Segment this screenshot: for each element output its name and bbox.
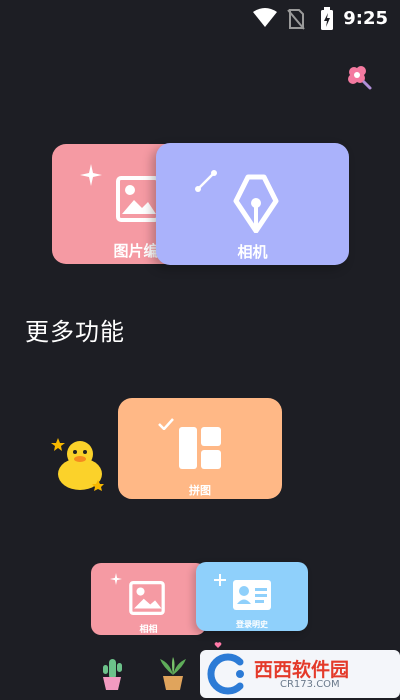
- collage-grid-icon: [179, 427, 221, 469]
- watermark-logo: 西西软件园 CR173.COM: [200, 645, 400, 700]
- cactus-sticker-icon[interactable]: [100, 657, 124, 690]
- section-title: 更多功能: [25, 318, 125, 346]
- id-photo-label: 登录明史: [236, 620, 268, 629]
- watermark-subtext: CR173.COM: [280, 679, 340, 690]
- wifi-icon: [253, 8, 277, 27]
- plant-sticker-icon[interactable]: [158, 657, 188, 690]
- flower-sticker-icon[interactable]: [345, 63, 373, 91]
- checkmark-icon: [158, 418, 174, 430]
- plus-icon: [214, 574, 226, 586]
- status-bar: 9:25: [0, 0, 400, 36]
- battery-charging-icon: [321, 7, 333, 30]
- status-time: 9:25: [343, 8, 388, 29]
- image-icon: [129, 581, 165, 615]
- sparkle-icon: [110, 573, 122, 585]
- duck-sticker-icon[interactable]: [50, 430, 108, 494]
- camera-label: 相机: [237, 243, 268, 261]
- album-label: 相相: [139, 625, 158, 635]
- watermark-text: 西西软件园: [254, 659, 350, 681]
- no-sim-icon: [287, 9, 305, 30]
- collage-card[interactable]: 拼图: [118, 398, 282, 499]
- pen-nib-icon: [233, 174, 279, 233]
- line-icon: [195, 170, 217, 192]
- sparkle-icon: [80, 164, 102, 186]
- watermark-c-logo: [207, 653, 244, 695]
- id-card-icon: [233, 580, 271, 610]
- id-photo-card[interactable]: 登录明史: [196, 562, 308, 631]
- collage-label: 拼图: [189, 484, 211, 497]
- camera-card[interactable]: 相机: [156, 143, 349, 265]
- album-card[interactable]: 相相: [91, 563, 206, 635]
- image-icon: [116, 176, 160, 222]
